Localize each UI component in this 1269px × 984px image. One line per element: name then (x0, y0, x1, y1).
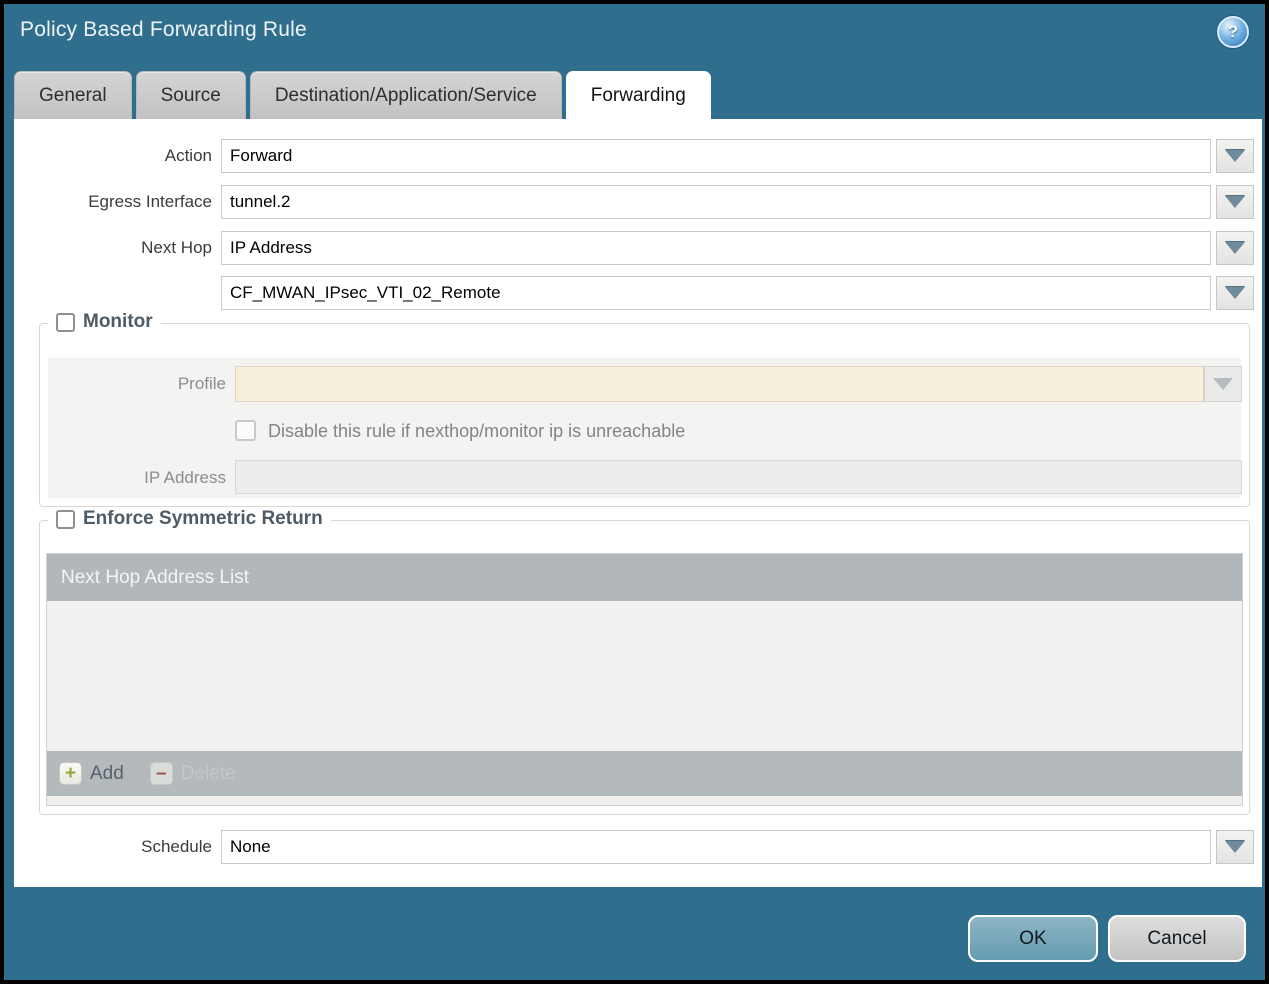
profile-dropdown-button (1204, 366, 1242, 402)
egress-interface-label: Egress Interface (88, 192, 212, 211)
schedule-row: Schedule (14, 830, 1262, 864)
tab-general[interactable]: General (14, 71, 132, 120)
enforce-symmetric-return-title: Enforce Symmetric Return (83, 508, 323, 529)
disable-rule-label: Disable this rule if nexthop/monitor ip … (268, 421, 686, 441)
monitor-legend: Monitor (48, 311, 161, 333)
next-hop-address-select[interactable] (221, 276, 1211, 310)
add-button[interactable]: + Add (59, 762, 124, 785)
monitor-ip-address-field (235, 460, 1242, 494)
chevron-down-icon (1225, 287, 1245, 299)
chevron-down-icon (1225, 841, 1245, 853)
help-icon[interactable]: ? (1217, 16, 1249, 48)
chevron-down-icon (1213, 378, 1233, 390)
action-label: Action (164, 146, 212, 165)
next-hop-label: Next Hop (141, 238, 212, 257)
tab-destination-application-service[interactable]: Destination/Application/Service (249, 71, 562, 120)
next-hop-type-select[interactable] (221, 231, 1211, 265)
action-row: Action (14, 139, 1262, 173)
disable-rule-checkbox (235, 420, 256, 441)
delete-button-label: Delete (180, 762, 236, 784)
delete-button: – Delete (149, 762, 236, 785)
schedule-select[interactable] (221, 830, 1211, 864)
profile-select (235, 366, 1204, 402)
monitor-checkbox[interactable] (56, 312, 75, 332)
chevron-down-icon (1225, 242, 1245, 254)
next-hop-address-row (14, 276, 1262, 310)
tab-source[interactable]: Source (135, 71, 246, 120)
monitor-ip-address-label: IP Address (144, 468, 226, 487)
chevron-down-icon (1225, 196, 1245, 208)
monitor-title: Monitor (83, 311, 153, 332)
next-hop-address-list-toolbar: + Add – Delete (47, 751, 1242, 796)
egress-interface-dropdown-button[interactable] (1216, 185, 1254, 219)
schedule-dropdown-button[interactable] (1216, 830, 1254, 864)
next-hop-address-list-table: Next Hop Address List + Add – Delete (46, 553, 1243, 806)
tab-forwarding[interactable]: Forwarding (565, 71, 711, 121)
action-dropdown-button[interactable] (1216, 139, 1254, 173)
chevron-down-icon (1225, 150, 1245, 162)
schedule-label: Schedule (141, 837, 212, 856)
egress-interface-select[interactable] (221, 185, 1211, 219)
enforce-symmetric-return-legend: Enforce Symmetric Return (48, 508, 331, 530)
cancel-button[interactable]: Cancel (1108, 915, 1246, 962)
dialog-title: Policy Based Forwarding Rule (20, 18, 307, 41)
monitor-inner-panel: Profile Disable this rule if nexthop/mon… (48, 358, 1242, 498)
question-mark-glyph: ? (1227, 22, 1239, 41)
pbf-rule-dialog: Policy Based Forwarding Rule ? General S… (0, 0, 1269, 984)
forwarding-tab-panel: Action Egress Interface Next Hop (14, 119, 1262, 887)
next-hop-address-list-header: Next Hop Address List (47, 554, 1242, 601)
tab-bar: General Source Destination/Application/S… (14, 71, 711, 121)
monitor-section: Monitor Profile Disable this rule if nex… (39, 311, 1250, 507)
chevron-down-icon-disabled (1213, 378, 1233, 390)
next-hop-address-list-body[interactable] (47, 601, 1242, 751)
enforce-symmetric-return-checkbox[interactable] (56, 509, 75, 529)
plus-icon: + (59, 762, 82, 785)
next-hop-row: Next Hop (14, 231, 1262, 265)
enforce-symmetric-return-section: Enforce Symmetric Return Next Hop Addres… (39, 508, 1250, 815)
action-select[interactable] (221, 139, 1211, 173)
next-hop-type-dropdown-button[interactable] (1216, 231, 1254, 265)
ok-button[interactable]: OK (968, 915, 1098, 962)
table-scroll-strip (47, 796, 1242, 805)
add-button-label: Add (90, 762, 124, 784)
profile-label: Profile (177, 374, 226, 393)
next-hop-address-dropdown-button[interactable] (1216, 276, 1254, 310)
egress-interface-row: Egress Interface (14, 185, 1262, 219)
minus-icon: – (149, 762, 173, 785)
